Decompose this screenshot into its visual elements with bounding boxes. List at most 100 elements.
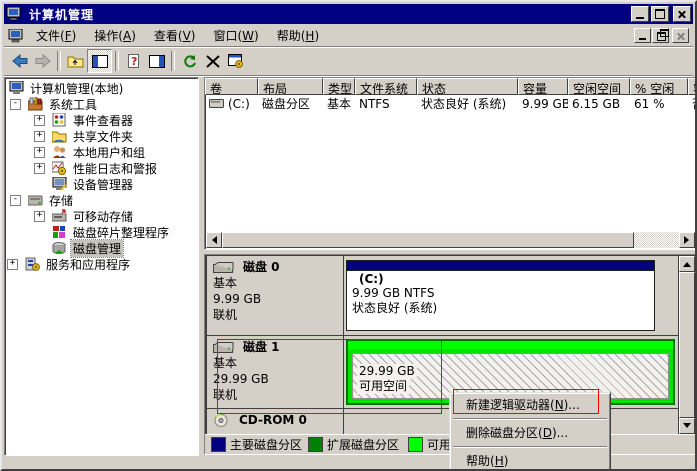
- console-settings-icon[interactable]: [224, 50, 247, 72]
- back-icon[interactable]: [8, 50, 31, 72]
- tree-item-removable-storage[interactable]: + 可移动存储: [5, 208, 198, 224]
- expand-icon[interactable]: +: [34, 147, 45, 158]
- mdi-minimize-button[interactable]: [634, 28, 651, 43]
- toolbar: ?: [4, 47, 693, 76]
- column-header-percent-free[interactable]: % 空闲: [630, 78, 688, 95]
- legend-color-swatch: [308, 437, 323, 452]
- forward-icon[interactable]: [31, 50, 54, 72]
- column-header-filesystem[interactable]: 文件系统: [355, 78, 417, 95]
- mdi-window-icon: [8, 29, 23, 43]
- tree-item-label: 可移动存储: [71, 208, 135, 225]
- partition-c[interactable]: (C:) 9.99 GB NTFS 状态良好 (系统): [346, 260, 655, 331]
- disk-size: 29.99 GB: [213, 371, 339, 387]
- menu-action[interactable]: 操作(A): [85, 25, 145, 46]
- column-header-free-space[interactable]: 空闲空间: [568, 78, 630, 95]
- column-header-volume[interactable]: 卷: [205, 78, 258, 95]
- volume-row-c[interactable]: (C:) 磁盘分区 基本 NTFS 状态良好 (系统) 9.99 GB 6.15…: [205, 95, 696, 112]
- column-header-capacity[interactable]: 容量: [518, 78, 568, 95]
- close-button[interactable]: [673, 6, 691, 22]
- disk-management-icon: [52, 241, 67, 255]
- disk-name: 磁盘 1: [243, 339, 280, 355]
- scroll-up-icon[interactable]: [679, 256, 695, 272]
- console-tree: 计算机管理(本地) - 系统工具 + 事件查看器 + 共享文件夹 + 本地用户和…: [4, 77, 199, 456]
- event-viewer-icon: [52, 113, 67, 127]
- expand-icon[interactable]: +: [7, 259, 18, 270]
- collapse-icon[interactable]: -: [10, 195, 21, 206]
- scrollbar-thumb[interactable]: [222, 232, 634, 248]
- tree-item-computer-management[interactable]: 计算机管理(本地): [5, 80, 198, 96]
- expand-icon[interactable]: +: [34, 163, 45, 174]
- mdi-close-button[interactable]: [672, 28, 689, 43]
- tree-item-storage[interactable]: - 存储: [5, 192, 198, 208]
- disk1-info[interactable]: 磁盘 1 基本 29.99 GB 联机: [207, 336, 344, 408]
- tree-item-shared-folders[interactable]: + 共享文件夹: [5, 128, 198, 144]
- show-hide-action-pane-icon[interactable]: [145, 50, 168, 72]
- legend-color-swatch: [408, 437, 423, 452]
- maximize-button[interactable]: [651, 6, 669, 22]
- tree-item-disk-management[interactable]: 磁盘管理: [5, 240, 198, 256]
- expand-icon[interactable]: +: [34, 211, 45, 222]
- free-space-size: 29.99 GB: [357, 364, 417, 379]
- window-title: 计算机管理: [29, 6, 94, 23]
- tree-item-system-tools[interactable]: - 系统工具: [5, 96, 198, 112]
- tree-item-local-users-groups[interactable]: + 本地用户和组: [5, 144, 198, 160]
- cdrom-info[interactable]: CD-ROM 0: [207, 409, 344, 434]
- menu-bar: 文件(F) 操作(A) 查看(V) 窗口(W) 帮助(H): [4, 25, 693, 47]
- scroll-down-icon[interactable]: [679, 418, 695, 434]
- tree-item-event-viewer[interactable]: + 事件查看器: [5, 112, 198, 128]
- computer-management-window: 计算机管理 文件(F) 操作(A) 查看(V) 窗口(W) 帮助(H): [0, 0, 697, 471]
- device-manager-icon: [52, 177, 67, 191]
- delete-icon[interactable]: [201, 50, 224, 72]
- computer-icon: [9, 81, 24, 95]
- volume-free-space: 6.15 GB: [568, 97, 630, 111]
- column-header-fault-tolerance[interactable]: 容: [688, 78, 697, 95]
- disk-name: 磁盘 0: [243, 259, 280, 275]
- menu-item-help[interactable]: 帮助(H): [452, 451, 608, 471]
- tree-item-label: 事件查看器: [71, 112, 135, 129]
- tree-item-device-manager[interactable]: 设备管理器: [5, 176, 198, 192]
- tree-item-disk-defragmenter[interactable]: 磁盘碎片整理程序: [5, 224, 198, 240]
- disk-status: 联机: [213, 387, 339, 403]
- refresh-icon[interactable]: [178, 50, 201, 72]
- system-tools-icon: [28, 97, 43, 111]
- tree-item-label: 系统工具: [47, 96, 99, 113]
- primary-partition-strip: [347, 261, 654, 271]
- menu-view[interactable]: 查看(V): [145, 25, 205, 46]
- tree-item-performance-logs[interactable]: + 性能日志和警报: [5, 160, 198, 176]
- minimize-button[interactable]: [631, 6, 649, 22]
- disk-icon: [213, 342, 235, 353]
- column-header-type[interactable]: 类型: [323, 78, 355, 95]
- disk0-bar-area: (C:) 9.99 GB NTFS 状态良好 (系统): [344, 256, 678, 335]
- menu-item-delete-partition[interactable]: 删除磁盘分区(D)...: [452, 423, 608, 443]
- volume-list-pane: 卷 布局 类型 文件系统 状态 容量 空闲空间 % 空闲 容 (C:) 磁盘分区…: [204, 77, 697, 250]
- column-header-layout[interactable]: 布局: [258, 78, 323, 95]
- volume-capacity: 9.99 GB: [518, 97, 568, 111]
- disk-defragmenter-icon: [52, 225, 67, 239]
- context-help-icon[interactable]: ?: [122, 50, 145, 72]
- mdi-restore-button[interactable]: [652, 28, 669, 43]
- tree-item-services-applications[interactable]: + 服务和应用程序: [5, 256, 198, 272]
- scroll-right-icon[interactable]: [679, 232, 695, 248]
- menu-separator: [453, 446, 607, 448]
- volume-icon: [209, 99, 224, 108]
- disk-icon: [213, 262, 235, 273]
- vertical-scrollbar[interactable]: [679, 256, 695, 434]
- menu-help[interactable]: 帮助(H): [268, 25, 328, 46]
- expand-icon[interactable]: +: [34, 131, 45, 142]
- column-header-status[interactable]: 状态: [417, 78, 518, 95]
- tree-item-label: 计算机管理(本地): [28, 80, 125, 97]
- scroll-left-icon[interactable]: [206, 232, 222, 248]
- disk0-info[interactable]: 磁盘 0 基本 9.99 GB 联机: [207, 256, 344, 335]
- up-one-level-icon[interactable]: [64, 50, 87, 72]
- menu-item-new-logical-drive[interactable]: 新建逻辑驱动器(N)...: [452, 395, 608, 415]
- expand-icon[interactable]: +: [34, 115, 45, 126]
- scrollbar-thumb[interactable]: [679, 272, 695, 418]
- legend-label: 扩展磁盘分区: [327, 436, 399, 453]
- horizontal-scrollbar[interactable]: [206, 232, 695, 248]
- menu-file[interactable]: 文件(F): [27, 25, 85, 46]
- toolbar-separator: [57, 51, 61, 71]
- collapse-icon[interactable]: -: [10, 99, 21, 110]
- menu-window[interactable]: 窗口(W): [204, 25, 267, 46]
- volume-filesystem: NTFS: [355, 97, 417, 111]
- show-hide-console-tree-icon[interactable]: [87, 49, 112, 73]
